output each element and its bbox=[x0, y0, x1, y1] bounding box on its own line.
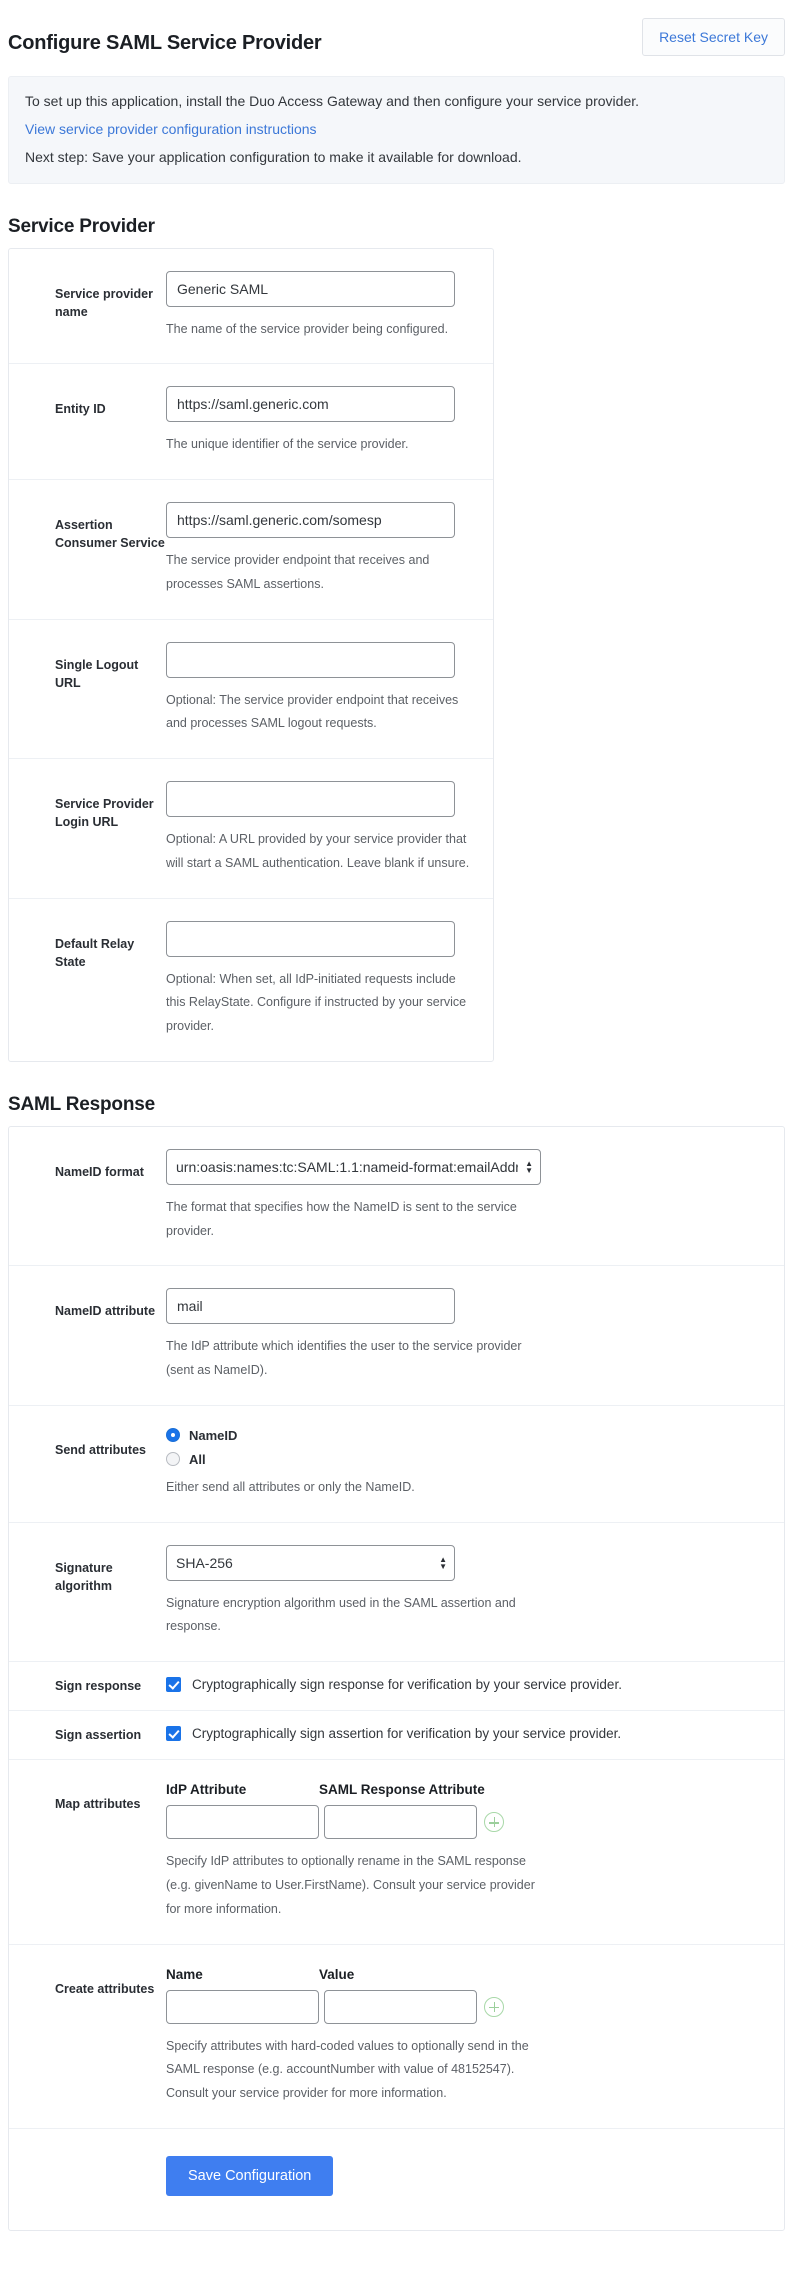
radio-nameid-label: NameID bbox=[189, 1427, 238, 1443]
help-create-attributes: Specify attributes with hard-coded value… bbox=[166, 2038, 529, 2101]
service-provider-login-url-input[interactable] bbox=[166, 781, 455, 818]
field-row-entity-id: Entity ID The unique identifier of the s… bbox=[9, 363, 493, 479]
help-nameid-attribute: The IdP attribute which identifies the u… bbox=[166, 1339, 522, 1378]
help-service-provider-name: The name of the service provider being c… bbox=[166, 321, 449, 336]
map-attributes-saml-input[interactable] bbox=[324, 1805, 477, 1840]
page-title: Configure SAML Service Provider bbox=[8, 32, 322, 54]
radio-option-nameid[interactable]: NameID bbox=[166, 1428, 764, 1443]
saml-response-section-title: SAML Response bbox=[8, 1093, 155, 1115]
map-attributes-col2-header: SAML Response Attribute bbox=[319, 1782, 485, 1798]
field-row-map-attributes: Map attributes IdP Attribute SAML Respon… bbox=[9, 1759, 784, 1943]
radio-nameid-icon[interactable] bbox=[166, 1428, 180, 1443]
help-service-provider-login-url: Optional: A URL provided by your service… bbox=[166, 832, 470, 870]
page-root: Configure SAML Service Provider Reset Se… bbox=[0, 0, 793, 2231]
label-sign-response: Sign response bbox=[55, 1679, 142, 1694]
create-attributes-col1-header: Name bbox=[166, 1966, 203, 1982]
create-attributes-name-input[interactable] bbox=[166, 1989, 319, 2024]
sign-response-checkbox-row[interactable]: Cryptographically sign response for veri… bbox=[166, 1677, 764, 1693]
sp-config-instructions-link[interactable]: View service provider configuration inst… bbox=[25, 121, 317, 137]
sign-assertion-checkbox-label: Cryptographically sign assertion for ver… bbox=[192, 1726, 622, 1742]
field-row-assertion-consumer-service: Assertion Consumer Service The service p… bbox=[9, 479, 493, 619]
saml-response-panel: NameID format urn:oasis:names:tc:SAML:1.… bbox=[8, 1125, 785, 2231]
save-configuration-button[interactable]: Save Configuration bbox=[166, 2155, 334, 2196]
default-relay-state-input[interactable] bbox=[166, 920, 455, 957]
field-row-sign-response: Sign response Cryptographically sign res… bbox=[9, 1661, 784, 1710]
save-row-spacer bbox=[9, 2156, 166, 2196]
save-row: Save Configuration bbox=[9, 2127, 784, 2230]
radio-option-all[interactable]: All bbox=[166, 1452, 764, 1467]
assertion-consumer-service-input[interactable] bbox=[166, 502, 455, 539]
field-row-single-logout-url: Single Logout URL Optional: The service … bbox=[9, 618, 493, 759]
label-default-relay-state: Default Relay State bbox=[55, 936, 135, 969]
help-single-logout-url: Optional: The service provider endpoint … bbox=[166, 692, 459, 731]
map-attributes-idp-input[interactable] bbox=[166, 1805, 319, 1840]
help-send-attributes: Either send all attributes or only the N… bbox=[166, 1479, 415, 1494]
signature-algorithm-select[interactable]: SHA-256 bbox=[166, 1544, 455, 1581]
help-entity-id: The unique identifier of the service pro… bbox=[166, 437, 409, 452]
label-service-provider-login-url: Service Provider Login URL bbox=[55, 797, 154, 830]
field-row-nameid-attribute: NameID attribute The IdP attribute which… bbox=[9, 1265, 784, 1405]
label-sign-assertion: Sign assertion bbox=[55, 1728, 142, 1743]
nameid-format-select[interactable]: urn:oasis:names:tc:SAML:1.1:nameid-forma… bbox=[166, 1148, 541, 1185]
label-send-attributes: Send attributes bbox=[55, 1442, 146, 1457]
sign-assertion-checkbox-row[interactable]: Cryptographically sign assertion for ver… bbox=[166, 1726, 764, 1742]
help-map-attributes: Specify IdP attributes to optionally ren… bbox=[166, 1854, 535, 1916]
label-nameid-format: NameID format bbox=[55, 1164, 144, 1179]
reset-secret-key-button[interactable]: Reset Secret Key bbox=[642, 18, 785, 56]
create-attributes-row bbox=[166, 1989, 764, 2024]
create-attributes-col2-header: Value bbox=[319, 1966, 355, 1982]
field-row-create-attributes: Create attributes Name Value Specify att… bbox=[9, 1943, 784, 2128]
create-attributes-value-input[interactable] bbox=[324, 1989, 477, 2024]
radio-all-label: All bbox=[189, 1451, 206, 1467]
nameid-attribute-input[interactable] bbox=[166, 1288, 455, 1325]
label-signature-algorithm: Signature algorithm bbox=[55, 1560, 113, 1593]
sign-response-checkbox-icon[interactable] bbox=[166, 1677, 181, 1693]
field-row-send-attributes: Send attributes NameID All Either send a… bbox=[9, 1404, 784, 1522]
sign-assertion-checkbox-icon[interactable] bbox=[166, 1726, 181, 1742]
service-provider-panel: Service provider name The name of the se… bbox=[8, 247, 494, 1062]
entity-id-input[interactable] bbox=[166, 386, 455, 423]
single-logout-url-input[interactable] bbox=[166, 641, 455, 678]
map-attributes-row bbox=[166, 1805, 764, 1840]
radio-all-icon[interactable] bbox=[166, 1452, 180, 1467]
help-nameid-format: The format that specifies how the NameID… bbox=[166, 1199, 517, 1238]
label-single-logout-url: Single Logout URL bbox=[55, 657, 139, 690]
label-entity-id: Entity ID bbox=[55, 402, 106, 417]
help-default-relay-state: Optional: When set, all IdP-initiated re… bbox=[166, 971, 467, 1034]
field-row-sign-assertion: Sign assertion Cryptographically sign as… bbox=[9, 1710, 784, 1759]
help-signature-algorithm: Signature encryption algorithm used in t… bbox=[166, 1595, 516, 1634]
field-row-service-provider-name: Service provider name The name of the se… bbox=[9, 249, 493, 364]
label-nameid-attribute: NameID attribute bbox=[55, 1304, 156, 1319]
add-map-attribute-icon[interactable] bbox=[484, 1812, 504, 1833]
service-provider-section-title: Service Provider bbox=[8, 215, 155, 237]
add-create-attribute-icon[interactable] bbox=[484, 1996, 504, 2017]
map-attributes-headers: IdP Attribute SAML Response Attribute bbox=[166, 1782, 764, 1797]
notice-line-1: To set up this application, install the … bbox=[25, 93, 640, 109]
service-provider-name-input[interactable] bbox=[166, 270, 455, 307]
label-service-provider-name: Service provider name bbox=[55, 286, 153, 319]
map-attributes-col1-header: IdP Attribute bbox=[166, 1782, 247, 1798]
field-row-nameid-format: NameID format urn:oasis:names:tc:SAML:1.… bbox=[9, 1127, 784, 1266]
label-map-attributes: Map attributes bbox=[55, 1797, 141, 1812]
notice-line-2: Next step: Save your application configu… bbox=[25, 148, 522, 165]
help-assertion-consumer-service: The service provider endpoint that recei… bbox=[166, 553, 430, 591]
field-row-service-provider-login-url: Service Provider Login URL Optional: A U… bbox=[9, 758, 493, 898]
sign-response-checkbox-label: Cryptographically sign response for veri… bbox=[192, 1677, 622, 1693]
setup-notice: To set up this application, install the … bbox=[8, 76, 785, 184]
field-row-default-relay-state: Default Relay State Optional: When set, … bbox=[9, 897, 493, 1061]
page-header: Configure SAML Service Provider Reset Se… bbox=[8, 0, 785, 58]
create-attributes-headers: Name Value bbox=[166, 1967, 764, 1982]
label-create-attributes: Create attributes bbox=[55, 1981, 155, 1996]
field-row-signature-algorithm: Signature algorithm SHA-256 ▲ ▼ Signature… bbox=[9, 1521, 784, 1662]
label-assertion-consumer-service: Assertion Consumer Service bbox=[55, 518, 165, 551]
